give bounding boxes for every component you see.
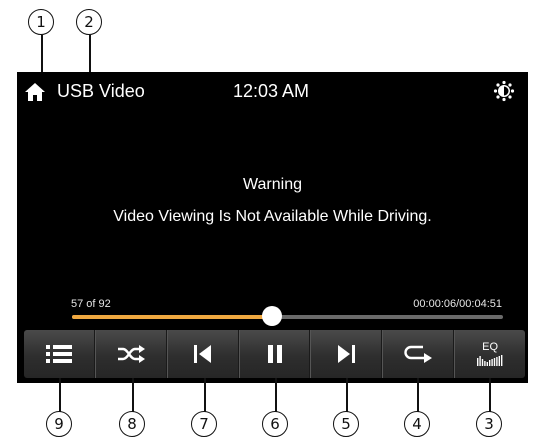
callout-3: 3 <box>476 411 502 437</box>
callout-leader <box>132 378 134 413</box>
status-bar: USB Video 12:03 AM <box>17 72 528 110</box>
clock: 12:03 AM <box>233 81 310 101</box>
equalizer-icon <box>477 355 503 366</box>
progress-thumb[interactable] <box>262 306 283 326</box>
callout-leader <box>204 378 206 413</box>
callout-5: 5 <box>333 411 359 437</box>
callout-2: 2 <box>76 9 102 35</box>
callout-8: 8 <box>119 411 145 437</box>
next-button[interactable] <box>310 330 383 378</box>
head-unit-screen: USB Video 12:03 AM Warning Video Viewing… <box>17 72 528 383</box>
pause-icon <box>267 345 282 363</box>
skip-previous-icon <box>193 345 211 363</box>
time-readout: 00:00:06/00:04:51 <box>413 298 502 310</box>
callout-leader <box>275 378 277 413</box>
track-count: 57 of 92 <box>71 298 111 310</box>
playlist-button[interactable] <box>24 330 95 378</box>
previous-button[interactable] <box>166 330 239 378</box>
progress-fill <box>72 315 273 319</box>
callout-1: 1 <box>28 9 54 35</box>
callout-leader <box>346 378 348 413</box>
home-icon[interactable] <box>24 82 46 102</box>
callout-7: 7 <box>191 411 217 437</box>
eq-group: EQ <box>477 342 503 366</box>
callout-leader <box>417 378 419 413</box>
callout-leader <box>59 378 61 413</box>
skip-next-icon <box>338 345 356 363</box>
callout-4: 4 <box>404 411 430 437</box>
callout-leader <box>489 378 491 413</box>
warning-title: Warning <box>243 176 302 193</box>
callout-9: 9 <box>46 411 72 437</box>
list-icon <box>45 345 72 363</box>
warning-message: Video Viewing Is Not Available While Dri… <box>113 208 432 225</box>
repeat-icon <box>404 345 433 363</box>
shuffle-button[interactable] <box>94 330 167 378</box>
pause-button[interactable] <box>238 330 311 378</box>
brightness-icon[interactable] <box>493 80 515 102</box>
eq-button[interactable]: EQ <box>454 330 525 378</box>
repeat-button[interactable] <box>382 330 455 378</box>
shuffle-icon <box>117 345 145 363</box>
eq-label: EQ <box>482 341 499 353</box>
source-label: USB Video <box>57 81 145 101</box>
progress-track[interactable] <box>72 315 503 319</box>
control-bar: EQ <box>24 330 525 378</box>
callout-6: 6 <box>262 411 288 437</box>
